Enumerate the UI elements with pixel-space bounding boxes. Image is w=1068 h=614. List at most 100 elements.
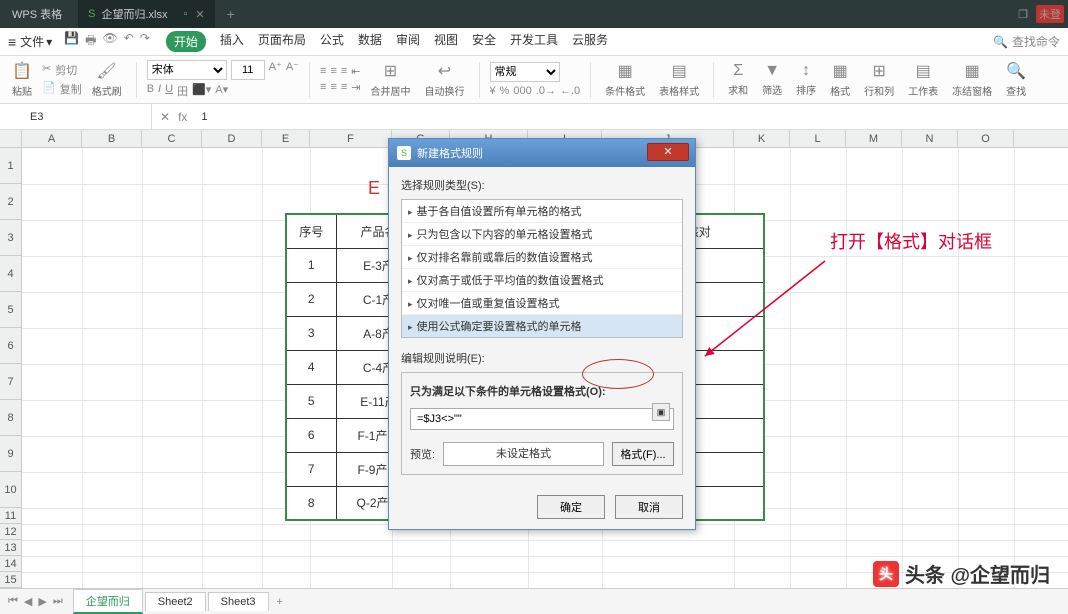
brush-group[interactable]: 🖌格式刷 bbox=[88, 61, 126, 98]
col-header[interactable]: N bbox=[902, 130, 958, 147]
file-tab[interactable]: S 企望而归.xlsx ▫ ✕ bbox=[78, 0, 214, 28]
rule-option[interactable]: 仅对唯一值或重复值设置格式 bbox=[402, 292, 682, 315]
tab-close-icon[interactable]: ✕ bbox=[195, 8, 204, 21]
command-search[interactable]: 🔍 查找命令 bbox=[993, 33, 1060, 50]
paste-group[interactable]: 📋粘贴 bbox=[8, 61, 36, 98]
cell[interactable]: 7 bbox=[286, 452, 336, 486]
find-group[interactable]: 🔍查找 bbox=[1002, 61, 1030, 98]
dialog-close-button[interactable]: ✕ bbox=[647, 143, 689, 161]
freeze-group[interactable]: ▦冻结窗格 bbox=[948, 61, 996, 98]
wrap-group[interactable]: ↩自动换行 bbox=[421, 61, 469, 98]
ok-button[interactable]: 确定 bbox=[537, 495, 605, 519]
font-dec-icon[interactable]: A⁻ bbox=[286, 60, 299, 80]
bold-icon[interactable]: B bbox=[147, 83, 154, 99]
fx-func-icon[interactable]: fx bbox=[178, 110, 187, 124]
cell[interactable]: 3 bbox=[286, 316, 336, 350]
tab-home[interactable]: 开始 bbox=[166, 31, 206, 52]
save-icon[interactable]: 💾 bbox=[64, 31, 79, 52]
tblstyle-group[interactable]: ▤表格样式 bbox=[655, 61, 703, 98]
col-header[interactable]: A bbox=[22, 130, 82, 147]
align-right-icon[interactable]: ≡ bbox=[341, 81, 347, 94]
cell[interactable]: 1 bbox=[286, 248, 336, 282]
tab-formula[interactable]: 公式 bbox=[320, 31, 344, 52]
sheet-tab[interactable]: 企望而归 bbox=[73, 589, 143, 614]
sheet-nav-first-icon[interactable]: ⏮ bbox=[8, 595, 18, 608]
col-header[interactable]: F bbox=[310, 130, 392, 147]
row-header[interactable]: 7 bbox=[0, 364, 22, 400]
col-header[interactable]: C bbox=[142, 130, 202, 147]
col-header[interactable]: M bbox=[846, 130, 902, 147]
col-header[interactable]: K bbox=[734, 130, 790, 147]
sheet-nav-last-icon[interactable]: ⏭ bbox=[53, 595, 63, 608]
redo-icon[interactable]: ↷ bbox=[140, 31, 150, 52]
file-menu[interactable]: 文件▾ bbox=[20, 33, 52, 50]
cancel-button[interactable]: 取消 bbox=[615, 495, 683, 519]
percent-icon[interactable]: % bbox=[500, 85, 510, 97]
tab-pagelayout[interactable]: 页面布局 bbox=[258, 31, 306, 52]
border-icon[interactable]: 田 bbox=[177, 83, 188, 99]
sum-group[interactable]: Σ求和 bbox=[724, 62, 752, 97]
row-header[interactable]: 13 bbox=[0, 540, 22, 556]
range-picker-button[interactable]: ▣ bbox=[652, 403, 670, 421]
sheet-nav-next-icon[interactable]: ▶ bbox=[38, 595, 46, 608]
cell[interactable]: 6 bbox=[286, 418, 336, 452]
dialog-title-bar[interactable]: S 新建格式规则 ✕ bbox=[389, 139, 695, 167]
numfmt-select[interactable]: 常规 bbox=[490, 62, 560, 82]
preview-icon[interactable]: 👁 bbox=[103, 31, 118, 52]
tab-security[interactable]: 安全 bbox=[472, 31, 496, 52]
row-header[interactable]: 8 bbox=[0, 400, 22, 436]
row-header[interactable]: 10 bbox=[0, 472, 22, 508]
rule-type-list[interactable]: 基于各自值设置所有单元格的格式 只为包含以下内容的单元格设置格式 仅对排名靠前或… bbox=[401, 199, 683, 338]
align-bot-icon[interactable]: ≡ bbox=[341, 65, 347, 78]
sheet-tab[interactable]: Sheet3 bbox=[208, 592, 269, 611]
indent-icon[interactable]: ⇤ bbox=[351, 65, 360, 78]
rule-option[interactable]: 仅对高于或低于平均值的数值设置格式 bbox=[402, 269, 682, 292]
fill-icon[interactable]: ⬛▾ bbox=[192, 83, 211, 99]
font-select[interactable]: 宋体 bbox=[147, 60, 227, 80]
filter-group[interactable]: ▼筛选 bbox=[758, 62, 786, 97]
italic-icon[interactable]: I bbox=[158, 83, 161, 99]
col-header[interactable]: O bbox=[958, 130, 1014, 147]
rule-option-selected[interactable]: 使用公式确定要设置格式的单元格 bbox=[402, 315, 682, 337]
worksheet-group[interactable]: ▤工作表 bbox=[904, 61, 942, 98]
currency-icon[interactable]: ¥ bbox=[490, 85, 496, 97]
outdent-icon[interactable]: ⇥ bbox=[351, 81, 360, 94]
tab-view[interactable]: 视图 bbox=[434, 31, 458, 52]
cell[interactable]: 4 bbox=[286, 350, 336, 384]
window-icon[interactable]: ❐ bbox=[1018, 8, 1028, 21]
tab-review[interactable]: 审阅 bbox=[396, 31, 420, 52]
format-group[interactable]: ▦格式 bbox=[826, 61, 854, 98]
row-header[interactable]: 15 bbox=[0, 572, 22, 588]
select-all-corner[interactable] bbox=[0, 130, 22, 147]
col-header[interactable]: E bbox=[262, 130, 310, 147]
sheet-nav-prev-icon[interactable]: ◀ bbox=[24, 595, 32, 608]
align-left-icon[interactable]: ≡ bbox=[320, 81, 326, 94]
row-header[interactable]: 9 bbox=[0, 436, 22, 472]
row-header[interactable]: 3 bbox=[0, 220, 22, 256]
rule-option[interactable]: 仅对排名靠前或靠后的数值设置格式 bbox=[402, 246, 682, 269]
tab-dev[interactable]: 开发工具 bbox=[510, 31, 558, 52]
font-size-input[interactable] bbox=[231, 60, 265, 80]
hamburger-icon[interactable]: ≡ bbox=[8, 34, 16, 50]
fx-cancel-icon[interactable]: ✕ bbox=[160, 110, 170, 124]
color-icon[interactable]: A▾ bbox=[215, 83, 228, 99]
comma-icon[interactable]: 000 bbox=[513, 85, 531, 97]
formula-input[interactable]: 1 bbox=[195, 111, 1068, 123]
cell[interactable]: 2 bbox=[286, 282, 336, 316]
tab-dropdown-icon[interactable]: ▫ bbox=[183, 8, 187, 21]
rowcol-group[interactable]: ⊞行和列 bbox=[860, 61, 898, 98]
cell[interactable]: 8 bbox=[286, 486, 336, 520]
row-header[interactable]: 4 bbox=[0, 256, 22, 292]
copy-icon[interactable]: 📄 bbox=[42, 81, 56, 97]
dec-dec-icon[interactable]: ←.0 bbox=[560, 85, 580, 97]
new-tab-button[interactable]: + bbox=[227, 6, 235, 22]
col-header[interactable]: L bbox=[790, 130, 846, 147]
align-center-icon[interactable]: ≡ bbox=[330, 81, 336, 94]
tab-cloud[interactable]: 云服务 bbox=[572, 31, 608, 52]
tab-insert[interactable]: 插入 bbox=[220, 31, 244, 52]
row-header[interactable]: 5 bbox=[0, 292, 22, 328]
row-header[interactable]: 12 bbox=[0, 524, 22, 540]
condfmt-group[interactable]: ▦条件格式 bbox=[601, 61, 649, 98]
name-box[interactable]: E3 bbox=[22, 104, 152, 129]
row-header[interactable]: 6 bbox=[0, 328, 22, 364]
